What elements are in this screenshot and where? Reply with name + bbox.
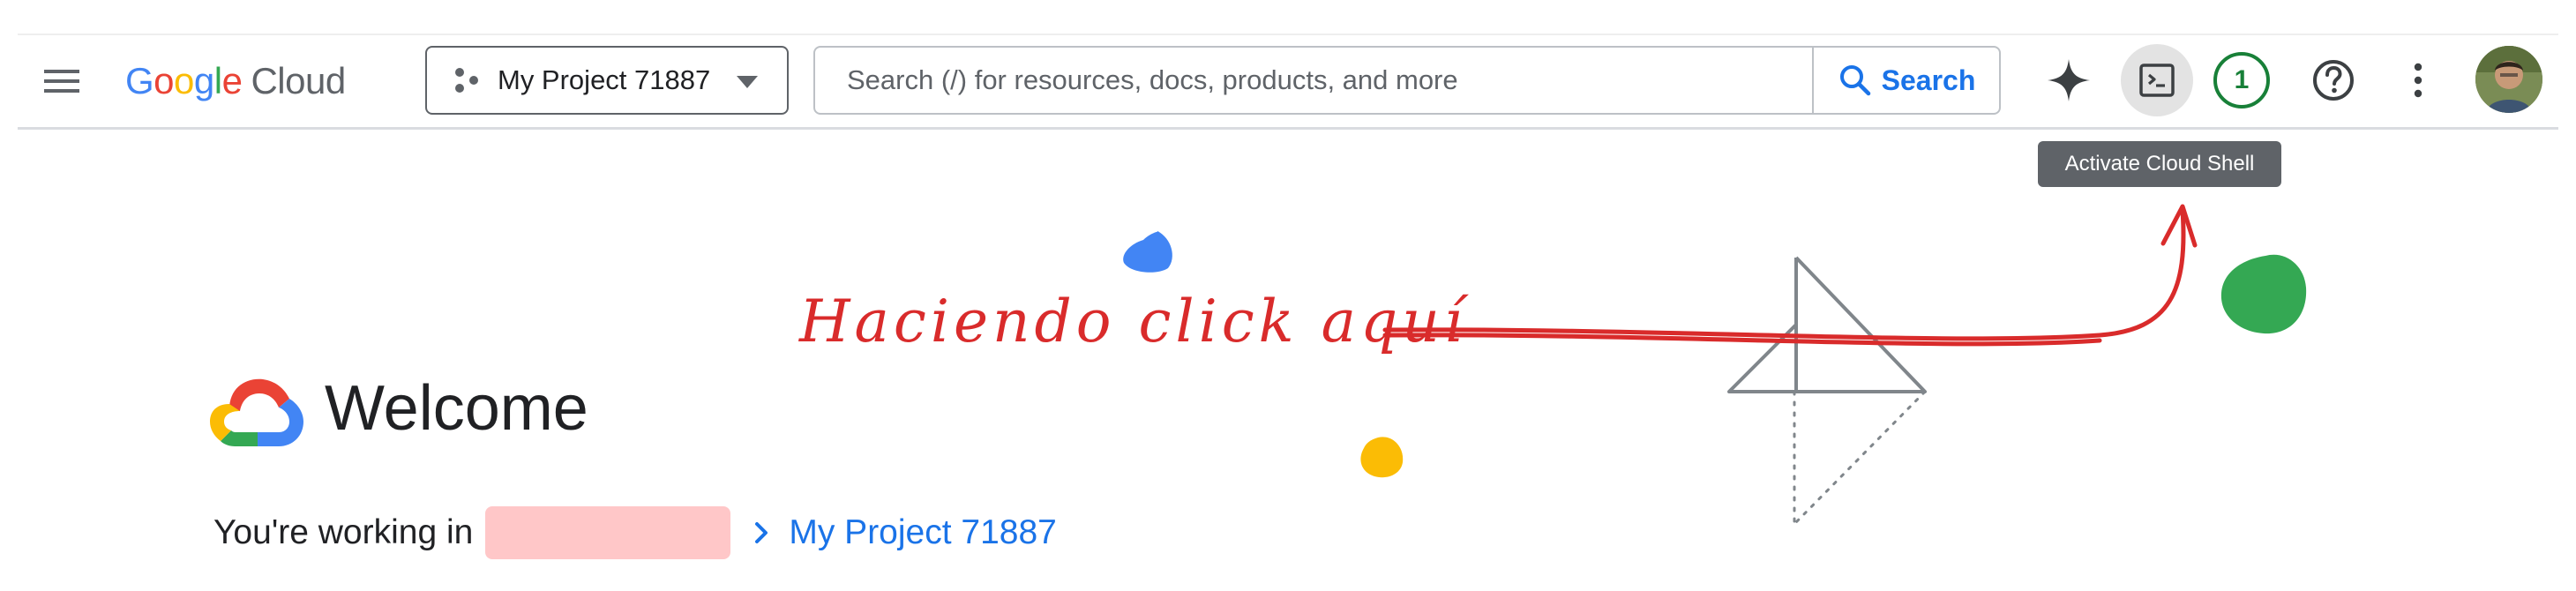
logo-letter: g bbox=[193, 60, 214, 101]
terminal-icon bbox=[2139, 64, 2175, 97]
caret-down-icon bbox=[737, 76, 758, 88]
help-circle-icon bbox=[2313, 60, 2354, 101]
notifications-button[interactable]: 1 bbox=[2205, 44, 2278, 116]
organization-link-redacted[interactable] bbox=[485, 506, 731, 559]
search-icon bbox=[1839, 65, 1870, 96]
more-options-button[interactable] bbox=[2382, 44, 2454, 116]
working-in-label: You're working in bbox=[213, 513, 474, 551]
dotted-line-shape bbox=[1793, 390, 1927, 524]
logo-letter: o bbox=[154, 60, 175, 101]
hamburger-menu-icon[interactable] bbox=[41, 60, 83, 102]
project-nodes-icon bbox=[455, 68, 478, 93]
notification-count-badge: 1 bbox=[2213, 52, 2270, 108]
triangle-outline-shape bbox=[1727, 256, 1927, 393]
yellow-blob-shape bbox=[1360, 437, 1404, 478]
project-picker-label: My Project 71887 bbox=[498, 64, 711, 95]
chevron-right-icon bbox=[755, 522, 768, 543]
help-button[interactable] bbox=[2297, 44, 2370, 116]
logo-cloud-word: Cloud bbox=[251, 60, 346, 101]
gemini-button[interactable] bbox=[2033, 44, 2105, 116]
top-app-bar: Google Cloud My Project 71887 Search (/)… bbox=[18, 34, 2558, 130]
logo-letter: o bbox=[174, 60, 194, 101]
working-in-breadcrumb: You're working in My Project 71887 bbox=[213, 506, 1057, 559]
gemini-sparkle-icon bbox=[2048, 59, 2090, 101]
logo-letter: G bbox=[125, 60, 154, 101]
blue-blob-shape bbox=[1123, 231, 1172, 273]
annotation-arrow bbox=[1382, 204, 2198, 347]
logo-letter: e bbox=[221, 60, 243, 101]
page-title: Welcome bbox=[325, 373, 588, 444]
user-avatar[interactable] bbox=[2475, 46, 2542, 113]
search-button[interactable]: Search bbox=[1814, 48, 1999, 113]
logo-letter: l bbox=[213, 60, 222, 101]
green-blob-shape bbox=[2220, 254, 2307, 334]
search-button-label: Search bbox=[1881, 64, 1976, 96]
more-vert-icon bbox=[2414, 63, 2422, 98]
google-cloud-logo[interactable]: Google Cloud bbox=[125, 56, 346, 106]
activate-cloud-shell-button[interactable] bbox=[2121, 44, 2193, 116]
project-picker-button[interactable]: My Project 71887 bbox=[425, 46, 789, 115]
search-bar: Search bbox=[813, 46, 2001, 115]
google-cloud-logo-icon bbox=[210, 378, 303, 446]
project-link[interactable]: My Project 71887 bbox=[789, 513, 1057, 552]
search-input[interactable] bbox=[815, 48, 1812, 113]
cloud-shell-tooltip: Activate Cloud Shell bbox=[2038, 141, 2281, 187]
annotation-label: Haciendo click aquí bbox=[799, 288, 1467, 355]
